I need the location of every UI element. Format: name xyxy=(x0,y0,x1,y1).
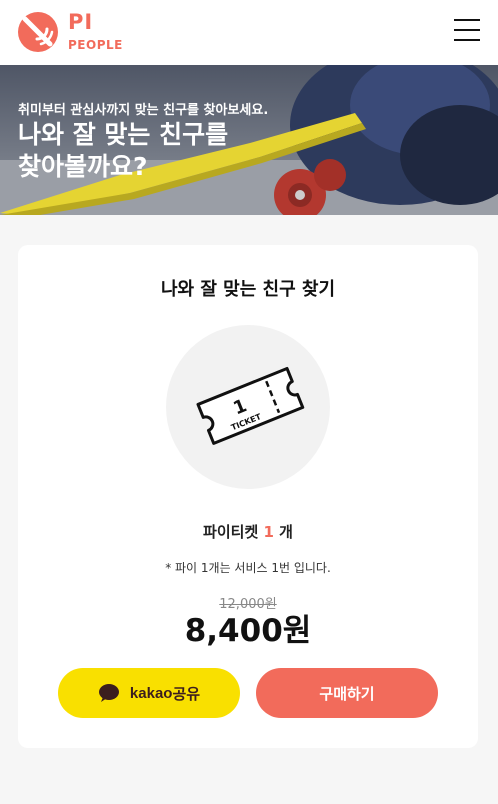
hero-title: 나와 잘 맞는 친구를 찾아볼까요? xyxy=(18,119,318,183)
header: PI PEOPLE xyxy=(0,0,498,65)
pi-people-logo[interactable]: PI PEOPLE xyxy=(16,10,126,56)
ticket-count-value: 1 xyxy=(263,523,274,541)
purchase-button[interactable]: 구매하기 xyxy=(256,668,438,718)
ticket-icon: 1 TICKET xyxy=(196,366,305,445)
service-note: * 파이 1개는 서비스 1번 입니다. xyxy=(165,561,331,575)
card-title: 나와 잘 맞는 친구 찾기 xyxy=(160,279,336,300)
hero-banner: 취미부터 관심사까지 맞는 친구를 찾아보세요. 나와 잘 맞는 친구를 찾아볼… xyxy=(0,65,498,215)
sale-price: 8,400원 xyxy=(184,613,312,649)
hero-subtitle: 취미부터 관심사까지 맞는 친구를 찾아보세요. xyxy=(18,103,269,118)
hero-title-line2: 찾아볼까요? xyxy=(18,152,148,181)
logo-people-text: PEOPLE xyxy=(68,38,123,52)
logo-pi-text: PI xyxy=(68,10,94,34)
kakao-share-button[interactable]: kakao 공유 xyxy=(58,668,240,718)
logo-icon xyxy=(18,12,58,52)
product-card: 나와 잘 맞는 친구 찾기 1 TICKET 파이티켓 1 개 * 파이 1개는… xyxy=(18,245,478,748)
kakao-brand-text: kakao xyxy=(129,684,173,702)
ticket-count-prefix: 파이티켓 xyxy=(203,523,264,541)
ticket-count: 파이티켓 1 개 xyxy=(18,521,478,542)
hamburger-menu-icon[interactable] xyxy=(454,19,480,43)
kakao-share-label: 공유 xyxy=(172,684,201,703)
ticket-count-suffix: 개 xyxy=(273,523,293,541)
hero-title-line1: 나와 잘 맞는 친구를 xyxy=(18,120,229,149)
kakao-talk-icon xyxy=(98,684,119,702)
